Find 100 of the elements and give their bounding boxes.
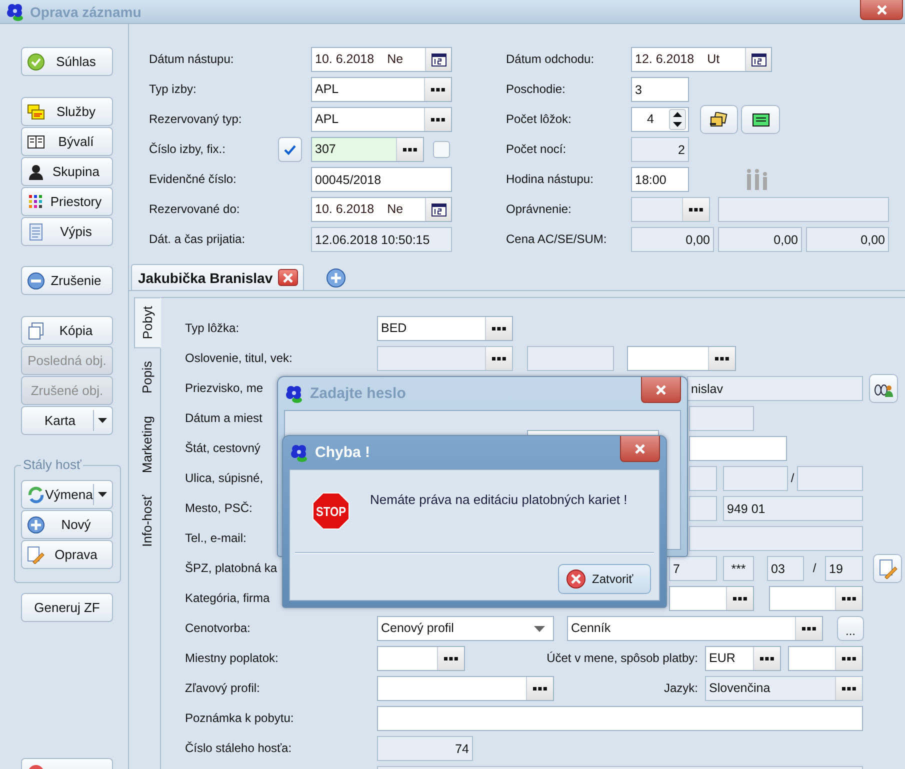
browse-field[interactable] (377, 676, 554, 701)
field-value: BED (380, 320, 408, 337)
sidebar-button[interactable]: Oprava (21, 540, 113, 569)
weekday-text: Ne (387, 51, 404, 68)
browse-button[interactable] (835, 647, 862, 670)
browse-button[interactable] (726, 587, 753, 610)
browse-button[interactable] (424, 78, 451, 101)
field-label: Jazyk: (662, 680, 698, 697)
browse-button[interactable] (424, 108, 451, 131)
browse-field[interactable]: Cenník (567, 616, 823, 641)
sidebar-button[interactable]: Kópia (21, 316, 113, 345)
browse-field[interactable]: APL (311, 107, 452, 132)
browse-field[interactable] (669, 586, 754, 611)
sidebar-button[interactable]: Nový (21, 510, 113, 539)
spin-field[interactable]: 4 (631, 107, 689, 132)
side-tab[interactable]: Popis (134, 352, 160, 403)
check-button[interactable] (278, 137, 302, 162)
text-field[interactable]: 3 (631, 77, 689, 102)
lookup-button[interactable] (869, 374, 898, 403)
calendar-icon (750, 52, 766, 66)
field-label: Cenotvorba: (185, 620, 252, 637)
field-label: Tel., e-mail: (185, 530, 248, 547)
field-label: Cena AC/SE/SUM: (506, 231, 608, 248)
date-field[interactable]: 10. 6.2018 Ne (311, 197, 452, 222)
browse-field[interactable]: APL (311, 77, 452, 102)
browse-field[interactable] (788, 646, 863, 671)
browse-field[interactable] (769, 586, 863, 611)
sidebar-button[interactable]: Karta (21, 406, 113, 435)
text-field[interactable]: 00045/2018 (311, 167, 452, 192)
close-icon (655, 384, 667, 394)
copy-icon (27, 322, 45, 340)
edit-button[interactable] (873, 554, 902, 583)
more-button[interactable]: ... (837, 616, 864, 641)
spinner-icon[interactable] (669, 109, 686, 130)
field-label: Miestny poplatok: (185, 650, 280, 667)
close-button[interactable] (860, 0, 903, 20)
calendar-button[interactable] (425, 198, 451, 221)
browse-field[interactable] (377, 646, 465, 671)
calendar-button[interactable] (745, 48, 771, 71)
side-tab[interactable]: Marketing (134, 406, 160, 482)
tool-button[interactable] (741, 105, 780, 134)
field-label: Typ lôžka: (185, 320, 240, 337)
sidebar-button[interactable]: Skupina (21, 157, 113, 186)
more-icon (431, 118, 445, 122)
tool-button[interactable] (700, 105, 738, 134)
close-tab-button[interactable] (278, 269, 298, 286)
browse-field[interactable]: 307 (311, 137, 424, 162)
close-button[interactable] (641, 377, 681, 403)
sidebar-button[interactable]: Priestory (21, 187, 113, 216)
field-label: Rezervované do: (149, 201, 241, 218)
field-value: Cenový profil (380, 620, 455, 637)
side-tab[interactable]: Info-hosť (134, 486, 160, 556)
close-icon (282, 272, 294, 282)
dropdown-field[interactable]: Cenový profil (377, 616, 554, 641)
close-button[interactable] (620, 436, 660, 462)
browse-button[interactable] (753, 647, 780, 670)
calendar-button[interactable] (425, 48, 451, 71)
sidebar-button[interactable]: Bývalí (21, 127, 113, 156)
field-value: EUR (708, 650, 736, 667)
browse-button[interactable] (437, 647, 464, 670)
folders-icon (27, 102, 45, 120)
browse-button[interactable] (835, 587, 862, 610)
field-value: 4 (646, 111, 655, 128)
date-field[interactable]: 10. 6.2018 Ne (311, 47, 452, 72)
browse-button[interactable] (526, 677, 553, 700)
close-dialog-button[interactable]: Zatvoriť (558, 564, 651, 594)
browse-button[interactable] (795, 617, 822, 640)
side-tab[interactable]: Pobyt (134, 297, 161, 348)
more-icon (842, 656, 856, 660)
browse-field[interactable] (627, 346, 736, 371)
sidebar-button[interactable]: Zrušenie (21, 266, 113, 295)
field-value: APL (314, 111, 340, 128)
checkbox[interactable] (433, 141, 450, 158)
field-label: Číslo stáleho hosťa: (185, 740, 293, 757)
add-tab-button[interactable] (326, 268, 346, 288)
text-field[interactable] (377, 706, 863, 731)
browse-button[interactable] (708, 347, 735, 370)
field-label: Počet lôžok: (506, 111, 572, 128)
text-field[interactable] (689, 436, 787, 461)
field-label: Oprávnenie: (506, 201, 572, 218)
field-label: Hodina nástupu: (506, 171, 594, 188)
checkmark-icon (27, 52, 45, 70)
sidebar-button[interactable]: Generuj ZF (21, 593, 113, 622)
more-icon (733, 596, 747, 600)
cancel-icon (566, 569, 586, 589)
field-label: Dátum odchodu: (506, 51, 596, 68)
sidebar-button[interactable]: Výpis (21, 217, 113, 246)
guest-tab[interactable]: Jakubička Branislav (131, 264, 304, 290)
sidebar-button[interactable]: Služby (21, 97, 113, 126)
browse-field[interactable]: BED (377, 316, 513, 341)
cards-icon (709, 112, 729, 128)
text-field[interactable]: 18:00 (631, 167, 689, 192)
edit-icon (878, 558, 898, 578)
date-field[interactable]: 12. 6.2018 Ut (631, 47, 772, 72)
field-value: 12. 6.2018 (634, 51, 696, 68)
browse-field[interactable]: EUR (705, 646, 781, 671)
sidebar-button[interactable]: Súhlas (21, 47, 113, 76)
browse-button[interactable] (485, 317, 512, 340)
sidebar-button[interactable]: Výmena (21, 480, 113, 509)
browse-button[interactable] (396, 138, 423, 161)
